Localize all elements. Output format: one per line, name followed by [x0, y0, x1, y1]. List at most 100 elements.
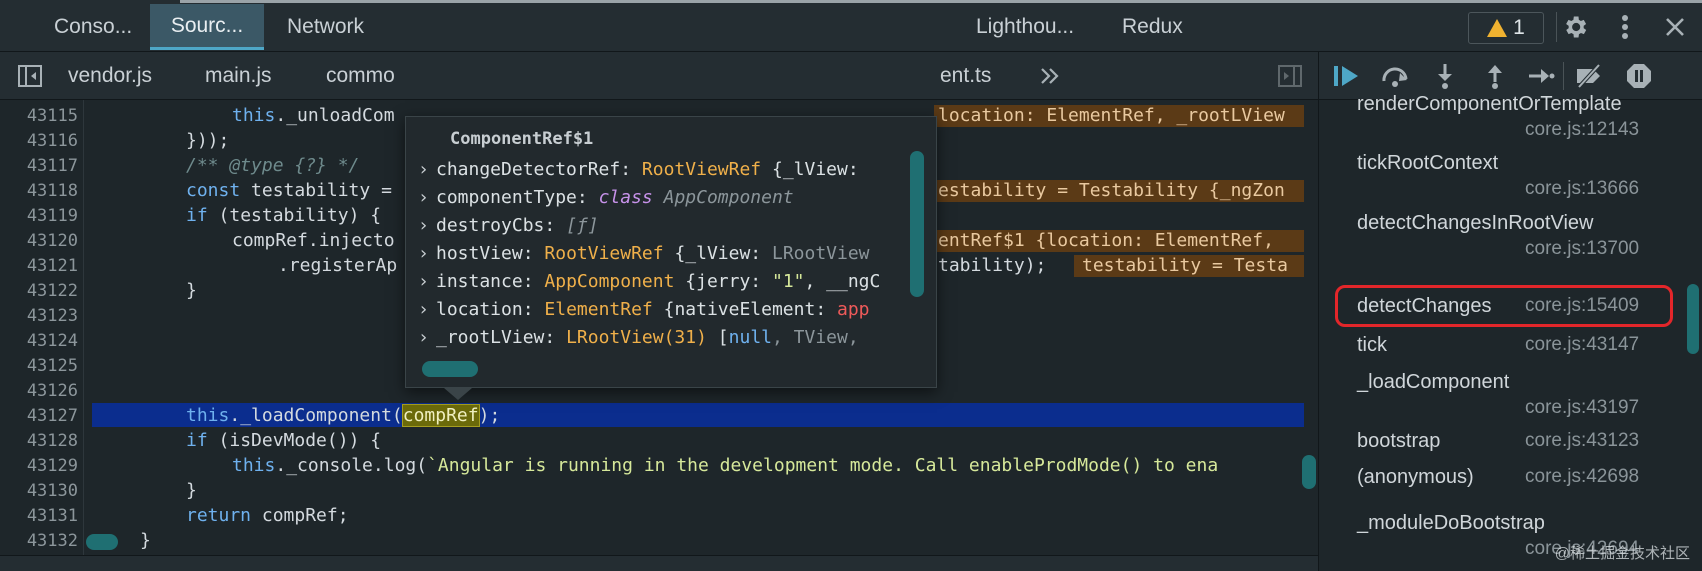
call-frame-name[interactable]: tick — [1357, 334, 1387, 357]
inline-value: estability = Testability {_ngZon — [938, 180, 1285, 201]
call-frame-location[interactable]: core.js:43197 — [1525, 397, 1639, 419]
call-frame-location[interactable]: core.js:43123 — [1525, 430, 1639, 452]
line-number[interactable]: 43124 — [0, 331, 78, 351]
file-tab-component-ts[interactable]: ent.ts — [940, 52, 991, 100]
pause-on-exceptions-icon[interactable] — [1623, 60, 1655, 92]
code-line: compRef.injecto — [232, 230, 395, 251]
property-colon: : — [544, 327, 567, 348]
file-tab-common[interactable]: commo — [326, 52, 395, 100]
step-out-icon[interactable] — [1479, 60, 1511, 92]
code-editor[interactable]: 43115 43116 43117 43118 43119 43120 4312… — [0, 100, 1318, 555]
line-number[interactable]: 43130 — [0, 481, 78, 501]
call-frame-location[interactable]: core.js:12143 — [1525, 119, 1639, 141]
tab-redux[interactable]: Redux — [1120, 4, 1185, 50]
resume-icon[interactable] — [1331, 60, 1363, 92]
line-number[interactable]: 43126 — [0, 381, 78, 401]
inline-value: entRef$1 {location: ElementRef, — [938, 230, 1274, 251]
variable-preview-popover[interactable]: ComponentRef$1 › changeDetectorRef: RootV… — [405, 116, 937, 388]
code-line: return compRef; — [186, 505, 349, 526]
property-value: [ — [706, 327, 729, 348]
line-number[interactable]: 43132 — [0, 531, 78, 551]
call-frame-location[interactable]: core.js:43147 — [1525, 334, 1639, 356]
call-frame-name[interactable]: _moduleDoBootstrap — [1357, 512, 1545, 535]
line-number[interactable]: 43125 — [0, 356, 78, 376]
chevron-right-icon[interactable]: › — [418, 327, 436, 348]
vertical-scrollbar[interactable] — [1302, 455, 1316, 489]
line-number[interactable]: 43127 — [0, 406, 78, 426]
property-row[interactable]: › hostView: RootViewRef {_lView: LRootVie… — [418, 243, 870, 264]
gear-icon[interactable] — [1558, 10, 1592, 44]
tab-lighthouse[interactable]: Lighthou... — [974, 4, 1076, 50]
call-frame-name[interactable]: renderComponentOrTemplate — [1357, 93, 1622, 116]
line-number[interactable]: 43118 — [0, 181, 78, 201]
kebab-menu-icon[interactable] — [1610, 10, 1640, 44]
property-row[interactable]: › location: ElementRef {nativeElement: ap… — [418, 299, 870, 320]
line-number[interactable]: 43115 — [0, 106, 78, 126]
call-frame-name[interactable]: bootstrap — [1357, 430, 1440, 453]
line-number[interactable]: 43122 — [0, 281, 78, 301]
property-type: AppComponent — [544, 271, 675, 292]
property-row[interactable]: › instance: AppComponent {jerry: "1", __n… — [418, 271, 880, 292]
property-row[interactable]: › destroyCbs: [ƒ] — [418, 215, 599, 236]
tab-console[interactable]: Conso... — [52, 4, 134, 50]
close-icon[interactable] — [1660, 12, 1690, 42]
horizontal-scrollbar[interactable] — [86, 534, 118, 550]
code-comment: /** @type {?} */ — [186, 155, 360, 176]
call-frame-name[interactable]: (anonymous) — [1357, 466, 1474, 489]
chevron-right-icon[interactable]: › — [418, 187, 436, 208]
code-token: testability = — [240, 180, 392, 201]
file-tab-vendor-js[interactable]: vendor.js — [68, 52, 152, 100]
tab-sources[interactable]: Sourc... — [150, 4, 264, 50]
code-line: })); — [186, 130, 230, 151]
line-number[interactable]: 43128 — [0, 431, 78, 451]
line-number[interactable]: 43119 — [0, 206, 78, 226]
call-frame-location[interactable]: core.js:13700 — [1525, 238, 1639, 260]
line-number[interactable]: 43121 — [0, 256, 78, 276]
line-number[interactable]: 43120 — [0, 231, 78, 251]
step-over-icon[interactable] — [1379, 60, 1411, 92]
call-frame-name[interactable]: detectChangesInRootView — [1357, 212, 1593, 235]
line-number[interactable]: 43117 — [0, 156, 78, 176]
call-frame-location[interactable]: core.js:13666 — [1525, 178, 1639, 200]
call-frame-location[interactable]: core.js:42698 — [1525, 466, 1639, 488]
line-number[interactable]: 43116 — [0, 131, 78, 151]
step-icon[interactable] — [1525, 60, 1557, 92]
step-into-icon[interactable] — [1429, 60, 1461, 92]
code-line: tability); — [938, 255, 1047, 276]
deactivate-breakpoints-icon[interactable] — [1573, 60, 1605, 92]
line-number[interactable]: 43123 — [0, 306, 78, 326]
inline-value: testability = Testa — [1082, 255, 1288, 276]
call-stack-scrollbar[interactable] — [1687, 284, 1699, 354]
property-element: app — [837, 299, 870, 320]
call-frame-name[interactable]: _loadComponent — [1357, 371, 1509, 394]
property-colon: : — [620, 159, 642, 180]
call-frame-name[interactable]: tickRootContext — [1357, 152, 1498, 175]
line-number[interactable]: 43129 — [0, 456, 78, 476]
property-row[interactable]: › _rootLView: LRootView(31) [null, TView, — [418, 327, 859, 348]
property-key: instance — [436, 271, 523, 292]
status-bar — [0, 555, 1318, 571]
file-tab-main-js[interactable]: main.js — [205, 52, 272, 100]
property-type: LRootView(31) — [566, 327, 707, 348]
chevron-right-icon[interactable]: › — [418, 299, 436, 320]
chevron-right-icon[interactable]: › — [418, 159, 436, 180]
more-tabs-chevron-icon[interactable] — [1036, 62, 1064, 90]
toggle-debugger-icon[interactable] — [1276, 62, 1304, 90]
editor-tab-bar: vendor.js main.js commo ent.ts — [0, 52, 1318, 100]
warning-badge[interactable]: 1 — [1468, 12, 1544, 44]
property-row[interactable]: › changeDetectorRef: RootViewRef {_lView: — [418, 159, 859, 180]
hovered-variable[interactable]: compRef — [401, 404, 480, 427]
chevron-right-icon[interactable]: › — [418, 215, 436, 236]
property-row[interactable]: › componentType: class AppComponent — [418, 187, 794, 208]
chevron-right-icon[interactable]: › — [418, 243, 436, 264]
tab-network[interactable]: Network — [285, 4, 366, 50]
property-colon: : — [522, 243, 545, 264]
property-value-tail: , __ngC — [804, 271, 881, 292]
chevron-right-icon[interactable]: › — [418, 271, 436, 292]
popover-horizontal-scrollbar[interactable] — [422, 361, 478, 377]
code-token: (isDevMode()) { — [207, 430, 382, 451]
toggle-navigator-icon[interactable] — [16, 62, 44, 90]
popover-vertical-scrollbar[interactable] — [910, 151, 924, 297]
line-number[interactable]: 43131 — [0, 506, 78, 526]
debugger-sidebar: renderComponentOrTemplate core.js:12143 … — [1318, 52, 1702, 571]
